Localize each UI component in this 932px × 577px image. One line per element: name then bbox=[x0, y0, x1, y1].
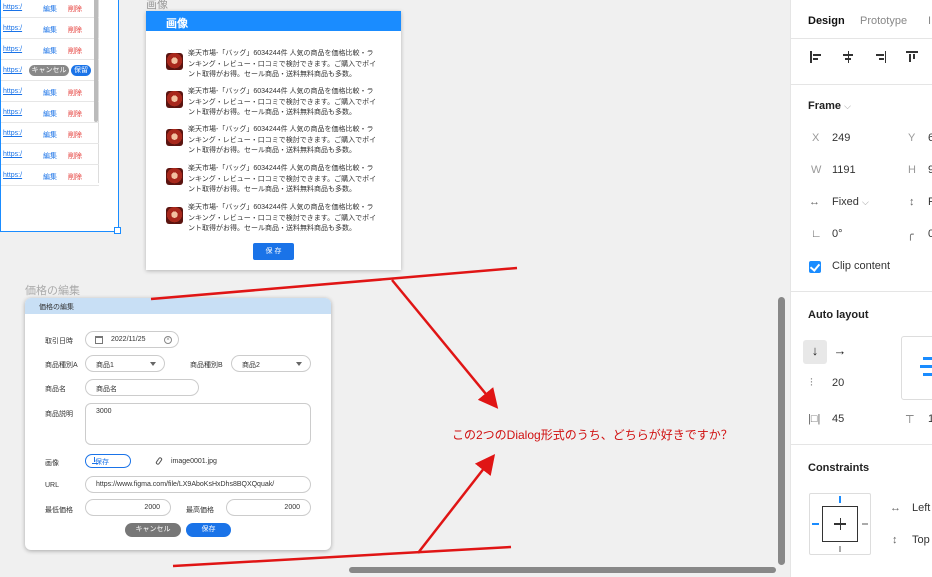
annotation-question: この2つのDialog形式のうち、どちらが好きですか？ bbox=[452, 428, 733, 442]
x-key: X bbox=[812, 132, 820, 144]
horizontal-resize-icon: ↔ bbox=[809, 196, 820, 208]
horizontal-sizing-select[interactable]: Fixed ⌵ bbox=[832, 196, 869, 208]
direction-vertical-button[interactable]: ↓ bbox=[803, 340, 827, 364]
h-input[interactable]: 9 bbox=[928, 164, 932, 176]
y-key: Y bbox=[908, 132, 916, 144]
w-input[interactable]: 1191 bbox=[832, 164, 856, 176]
y-input[interactable]: 6 bbox=[928, 132, 932, 144]
horizontal-constraint-icon: ↔ bbox=[890, 502, 901, 514]
vertical-sizing-select[interactable]: F bbox=[928, 196, 932, 208]
frame-title-text: Frame bbox=[808, 100, 842, 112]
vertical-padding-input[interactable]: 1 bbox=[928, 413, 932, 425]
spacing-icon: ⫶ bbox=[810, 377, 813, 389]
vertical-constraint-icon: ↕ bbox=[892, 534, 898, 546]
design-panel: Design Prototype I Frame ⌵ X 249 Y 6 W 1… bbox=[790, 0, 932, 577]
divider bbox=[791, 84, 932, 85]
h-key: H bbox=[908, 164, 916, 176]
vertical-scrollbar[interactable] bbox=[778, 297, 785, 565]
constraint-widget[interactable] bbox=[809, 493, 871, 555]
frame-section-title[interactable]: Frame ⌵ bbox=[808, 100, 851, 112]
annotation-arrows bbox=[150, 266, 518, 568]
divider bbox=[791, 444, 932, 445]
align-right-icon[interactable] bbox=[874, 51, 886, 63]
clip-content-label: Clip content bbox=[832, 260, 891, 272]
align-top-icon[interactable] bbox=[906, 51, 918, 63]
chevron-down-icon: ⌵ bbox=[861, 197, 869, 207]
clip-content-checkbox[interactable] bbox=[809, 261, 821, 273]
design-canvas[interactable]: https:/ 編集 削除 https:/ 編集 削除 https:/ 編集 削… bbox=[0, 0, 790, 577]
constraints-title: Constraints bbox=[808, 462, 870, 474]
vertical-constraint-select[interactable]: Top bbox=[912, 534, 930, 546]
sizing-value: Fixed bbox=[832, 196, 859, 208]
vertical-padding-icon: ⊤ bbox=[905, 414, 915, 426]
divider bbox=[791, 291, 932, 292]
direction-horizontal-button[interactable]: → bbox=[828, 340, 852, 364]
align-left-icon[interactable] bbox=[810, 51, 822, 63]
corner-radius-icon: ╭ bbox=[907, 229, 914, 241]
horizontal-padding-input[interactable]: 45 bbox=[832, 413, 844, 425]
spacing-input[interactable]: 20 bbox=[832, 377, 844, 389]
rotation-input[interactable]: 0° bbox=[832, 228, 843, 240]
horizontal-scrollbar[interactable] bbox=[349, 567, 776, 573]
rotation-icon: ∟ bbox=[811, 228, 822, 240]
auto-layout-title: Auto layout bbox=[808, 309, 869, 321]
vertical-resize-icon: ↕ bbox=[909, 196, 915, 208]
chevron-down-icon: ⌵ bbox=[844, 101, 851, 111]
x-input[interactable]: 249 bbox=[832, 132, 850, 144]
tab-inspect[interactable]: I bbox=[928, 15, 931, 27]
horizontal-padding-icon: |□| bbox=[808, 413, 821, 425]
tab-prototype[interactable]: Prototype bbox=[860, 15, 907, 27]
align-center-icon[interactable] bbox=[842, 51, 854, 63]
tab-design[interactable]: Design bbox=[808, 15, 845, 27]
horizontal-constraint-select[interactable]: Left bbox=[912, 502, 930, 514]
alignment-grid[interactable] bbox=[901, 336, 932, 400]
divider bbox=[791, 38, 932, 39]
corner-radius-input[interactable]: 0 bbox=[928, 228, 932, 240]
w-key: W bbox=[811, 164, 822, 176]
